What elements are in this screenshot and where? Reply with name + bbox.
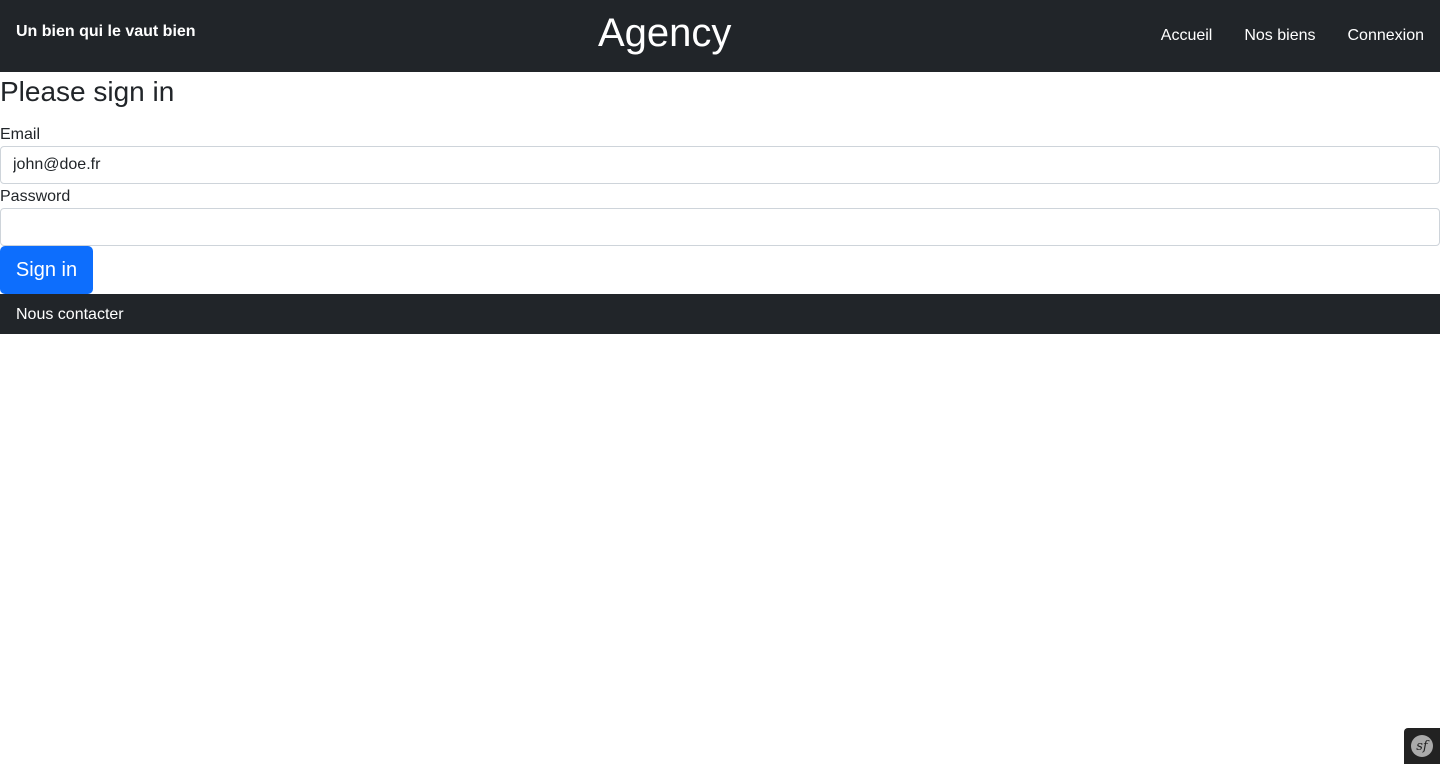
nav-link-connexion[interactable]: Connexion xyxy=(1348,26,1425,46)
top-navbar: Un bien qui le vaut bien Agency Accueil … xyxy=(0,0,1440,72)
nav-link-accueil[interactable]: Accueil xyxy=(1161,26,1213,46)
password-label: Password xyxy=(0,188,71,205)
nav-link-nos-biens[interactable]: Nos biens xyxy=(1244,26,1315,46)
footer: Nous contacter xyxy=(0,294,1440,334)
site-tagline: Un bien qui le vaut bien xyxy=(16,23,196,40)
contact-link[interactable]: Nous contacter xyxy=(16,305,124,325)
page-title: Please sign in xyxy=(0,76,175,107)
sign-in-button[interactable]: Sign in xyxy=(0,246,93,294)
main-nav: Accueil Nos biens Connexion xyxy=(1161,26,1424,46)
debug-toolbar-toggle[interactable]: sf xyxy=(1404,728,1440,764)
email-label: Email xyxy=(0,126,41,143)
symfony-icon: sf xyxy=(1411,735,1433,757)
email-field[interactable] xyxy=(0,146,1440,184)
brand-logo[interactable]: Agency xyxy=(598,10,731,56)
password-field[interactable] xyxy=(0,208,1440,246)
